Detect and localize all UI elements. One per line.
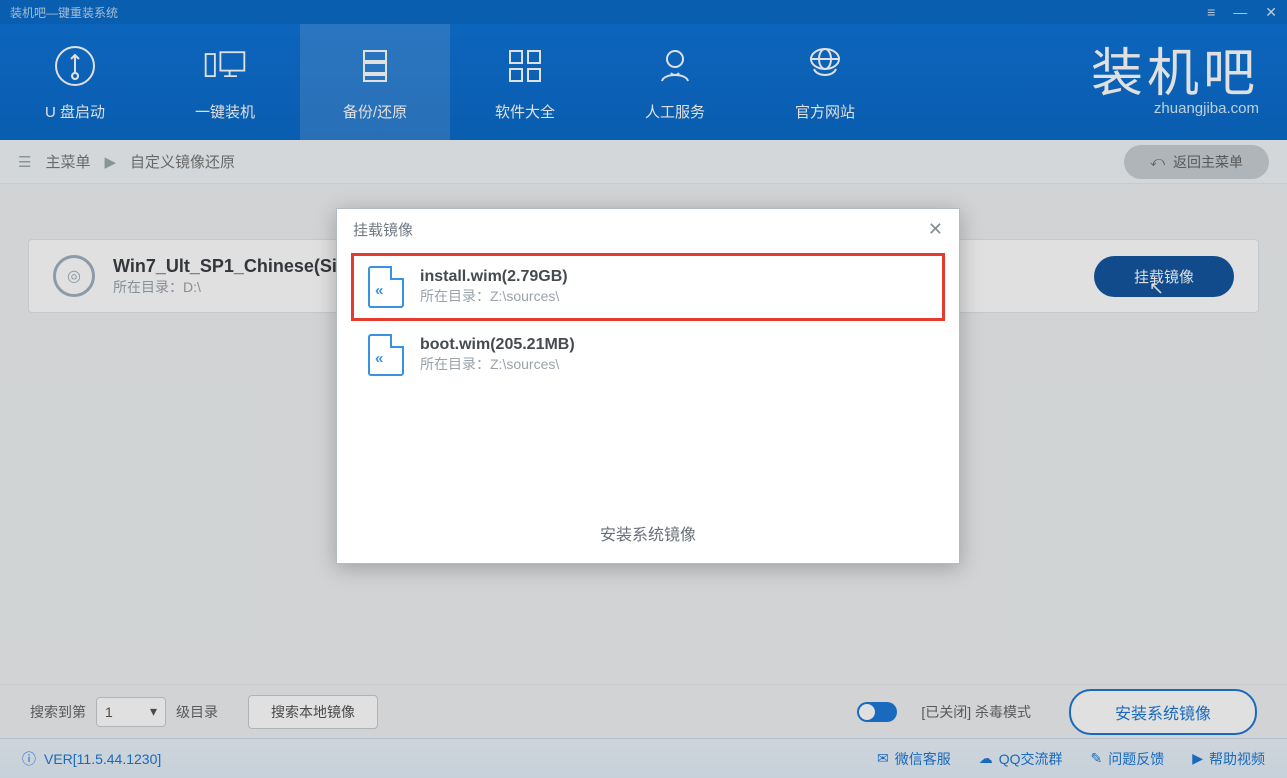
modal-close-button[interactable]: ✕	[928, 219, 943, 240]
modal-footer[interactable]: 安装系统镜像	[337, 507, 959, 563]
modal-title: 挂载镜像	[353, 219, 413, 240]
mount-image-modal: 挂载镜像 ✕ « install.wim(2.79GB) 所在目录：Z:\sou…	[336, 208, 960, 564]
file-name: install.wim(2.79GB)	[420, 268, 568, 286]
file-name: boot.wim(205.21MB)	[420, 336, 575, 354]
wim-file-icon: «	[368, 334, 404, 376]
modal-footer-label: 安装系统镜像	[600, 527, 696, 544]
file-item-install-wim[interactable]: « install.wim(2.79GB) 所在目录：Z:\sources\	[351, 253, 945, 321]
wim-file-icon: «	[368, 266, 404, 308]
file-info: boot.wim(205.21MB) 所在目录：Z:\sources\	[420, 336, 575, 374]
modal-header: 挂载镜像 ✕	[337, 209, 959, 249]
file-info: install.wim(2.79GB) 所在目录：Z:\sources\	[420, 268, 568, 306]
file-item-boot-wim[interactable]: « boot.wim(205.21MB) 所在目录：Z:\sources\	[351, 321, 945, 389]
file-path: 所在目录：Z:\sources\	[420, 354, 575, 374]
file-path: 所在目录：Z:\sources\	[420, 286, 568, 306]
modal-body: « install.wim(2.79GB) 所在目录：Z:\sources\ «…	[337, 249, 959, 507]
